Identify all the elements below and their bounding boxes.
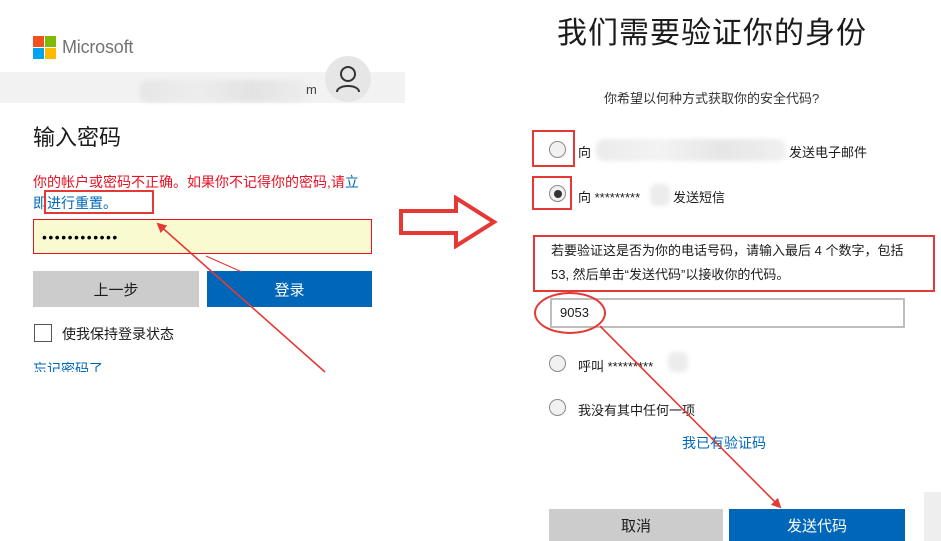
back-button[interactable]: 上一步 <box>33 271 199 307</box>
instruction-text: 若要验证这是否为你的电话号码，请输入最后 4 个数字，包括 53, 然后单击“发… <box>533 235 935 292</box>
avatar[interactable] <box>325 56 371 102</box>
password-value: •••••••••••• <box>42 229 119 245</box>
radio-none[interactable] <box>549 399 566 416</box>
radio-call[interactable] <box>549 355 566 372</box>
send-code-button[interactable]: 发送代码 <box>729 509 905 541</box>
signin-button[interactable]: 登录 <box>207 271 372 307</box>
option-none-label: 我没有其中任何一项 <box>578 403 696 418</box>
redacted-email <box>140 80 308 102</box>
right-arrow-icon <box>399 195 498 249</box>
annotation-box-reset <box>44 190 154 214</box>
redacted-phone <box>650 184 670 206</box>
redacted-email-address <box>596 139 786 161</box>
option-email-suffix: 发送电子邮件 <box>789 145 868 160</box>
forgot-password-text: 忘记密码了 <box>33 361 103 372</box>
option-call-label: 呼叫 ********* <box>578 359 654 374</box>
forgot-password-link[interactable]: 忘记密码了 <box>33 360 383 372</box>
error-text: 你的帐户或密码不正确。如果你不记得你的密码,请 <box>33 174 345 190</box>
arrow-accent-line <box>205 255 243 273</box>
radio-email[interactable] <box>549 141 566 158</box>
redacted-phone-call <box>668 352 688 372</box>
cancel-button[interactable]: 取消 <box>549 509 723 541</box>
page-title: 输入密码 <box>33 125 122 150</box>
option-sms-prefix: 向 ********* <box>578 190 641 205</box>
radio-sms[interactable] <box>549 185 566 202</box>
verify-heading: 我们需要验证你的身份 <box>557 17 867 50</box>
microsoft-squares-icon <box>33 36 56 59</box>
annotation-ellipse-code <box>534 292 606 334</box>
keep-signed-in-checkbox[interactable] <box>34 324 52 342</box>
keep-signed-in-label: 使我保持登录状态 <box>62 326 174 342</box>
option-sms-suffix: 发送短信 <box>673 190 726 205</box>
radio-selected-dot <box>553 189 562 198</box>
edge-artifact <box>924 492 941 541</box>
option-email-prefix: 向 <box>578 145 592 160</box>
method-question: 你希望以何种方式获取你的安全代码? <box>604 91 820 106</box>
brand-name: Microsoft <box>62 37 134 57</box>
email-suffix: m <box>306 82 317 97</box>
have-code-link[interactable]: 我已有验证码 <box>682 433 766 453</box>
microsoft-logo: Microsoft <box>33 36 133 59</box>
person-icon <box>336 66 360 93</box>
